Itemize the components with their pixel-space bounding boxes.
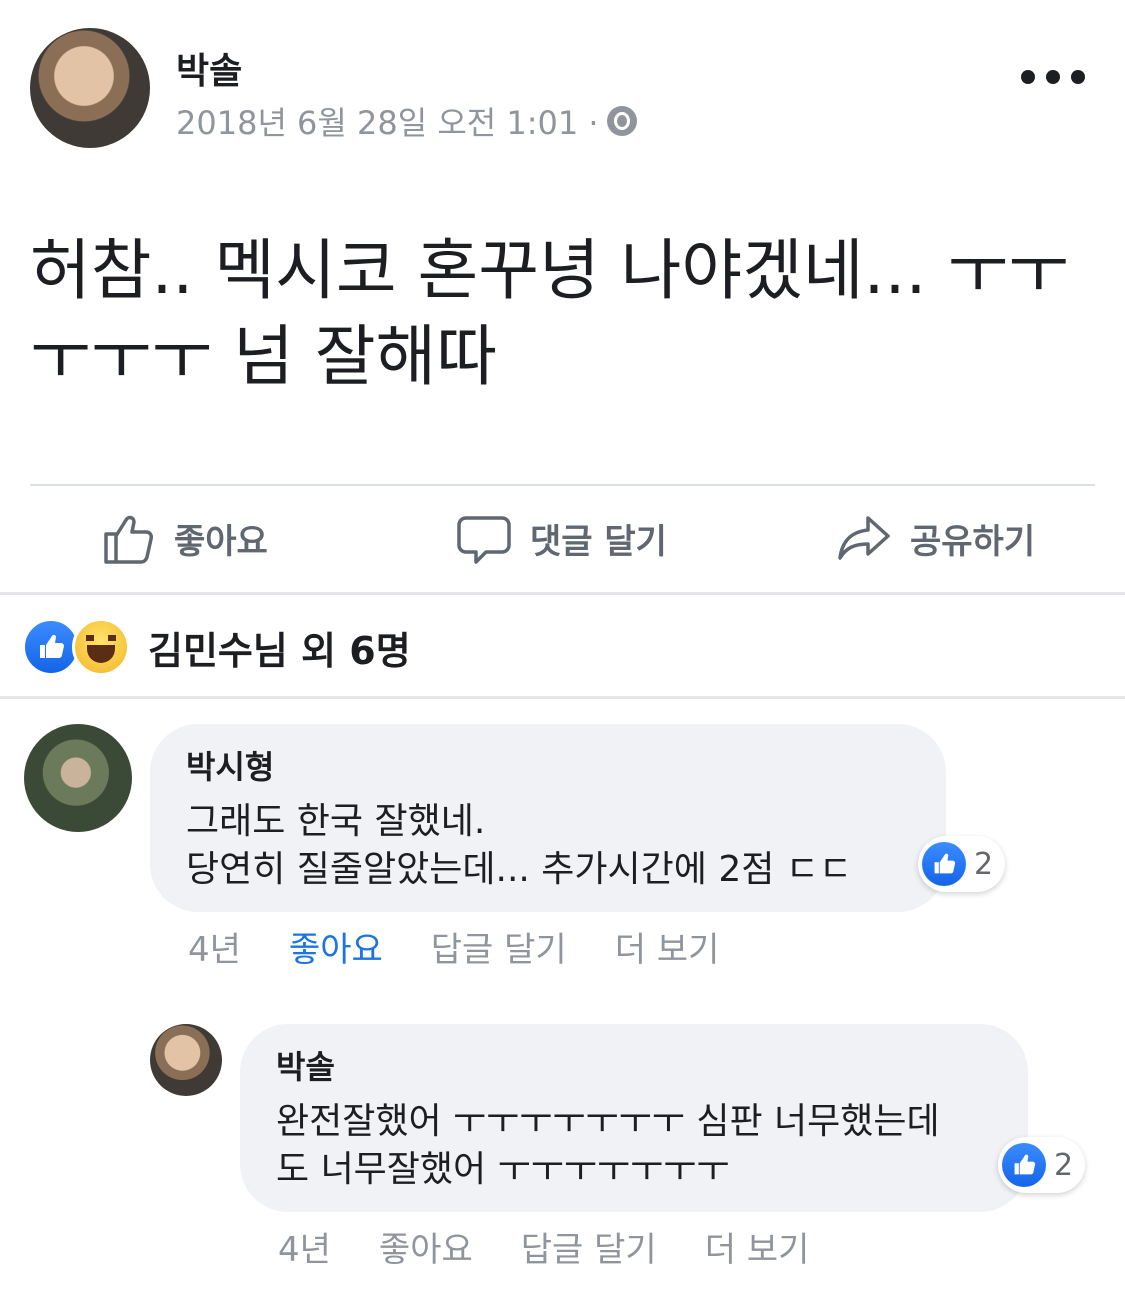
comment-like-button[interactable]: 좋아요 bbox=[379, 1222, 473, 1271]
comment-label: 댓글 달기 bbox=[530, 521, 667, 562]
author-avatar[interactable] bbox=[30, 28, 150, 148]
comment-bubble-icon bbox=[457, 516, 511, 564]
divider bbox=[0, 696, 1125, 699]
comment-time[interactable]: 4년 bbox=[188, 922, 241, 971]
post-author-name[interactable]: 박솔 bbox=[176, 42, 242, 94]
divider bbox=[0, 592, 1125, 595]
comment-like-count[interactable]: 2 bbox=[998, 1137, 1086, 1193]
post-meta: 2018년 6월 28일 오전 1:01 · bbox=[176, 98, 637, 144]
commenter-name[interactable]: 박솔 bbox=[276, 1042, 335, 1088]
comment-line: 그래도 한국 잘했네. bbox=[186, 801, 486, 842]
share-button[interactable]: 공유하기 bbox=[836, 508, 1035, 568]
divider bbox=[30, 484, 1095, 486]
comment-text: 그래도 한국 잘했네. 당연히 질줄알았는데... 추가시간에 2점 ㄷㄷ bbox=[186, 798, 926, 894]
commenter-name[interactable]: 박시형 bbox=[186, 742, 274, 788]
comment-like-button[interactable]: 좋아요 bbox=[289, 922, 383, 971]
reactions-summary[interactable]: 김민수님 외 6명 bbox=[22, 618, 411, 676]
comment-actions: 4년 좋아요 답글 달기 더 보기 bbox=[188, 922, 719, 971]
comment-button[interactable]: 댓글 달기 bbox=[456, 508, 667, 568]
comment-line: 당연히 질줄알았는데... 추가시간에 2점 ㄷㄷ bbox=[186, 849, 853, 890]
like-count-number: 2 bbox=[974, 846, 994, 882]
comment-line: 완전잘했어 ㅜㅜㅜㅜㅜㅜㅜ 심판 너무했는데 bbox=[276, 1101, 940, 1142]
post-timestamp[interactable]: 2018년 6월 28일 오전 1:01 · bbox=[176, 98, 599, 144]
like-label: 좋아요 bbox=[174, 521, 268, 562]
like-button[interactable]: 좋아요 bbox=[100, 508, 268, 568]
more-options-icon[interactable] bbox=[1021, 62, 1085, 92]
comment-time[interactable]: 4년 bbox=[278, 1222, 331, 1271]
haha-reaction-icon bbox=[72, 618, 130, 676]
comment-actions: 4년 좋아요 답글 달기 더 보기 bbox=[278, 1222, 809, 1271]
comment-bubble: 박시형 그래도 한국 잘했네. 당연히 질줄알았는데... 추가시간에 2점 ㄷ… bbox=[150, 724, 946, 912]
like-count-number: 2 bbox=[1054, 1147, 1074, 1183]
post-text: 허참.. 멕시코 혼꾸녕 나야겠네... ㅜㅜㅜㅜㅜ 넘 잘해따 bbox=[30, 232, 1069, 395]
comment-reply-button[interactable]: 답글 달기 bbox=[431, 922, 567, 971]
comment-more-button[interactable]: 더 보기 bbox=[705, 1222, 810, 1271]
commenter-avatar[interactable] bbox=[150, 1024, 222, 1096]
like-reaction-icon bbox=[922, 842, 966, 886]
comment-bubble: 박솔 완전잘했어 ㅜㅜㅜㅜㅜㅜㅜ 심판 너무했는데 도 너무잘했어 ㅜㅜㅜㅜㅜㅜ… bbox=[240, 1024, 1028, 1212]
comment-text: 완전잘했어 ㅜㅜㅜㅜㅜㅜㅜ 심판 너무했는데 도 너무잘했어 ㅜㅜㅜㅜㅜㅜㅜ bbox=[276, 1098, 1006, 1194]
share-label: 공유하기 bbox=[910, 521, 1036, 562]
commenter-avatar[interactable] bbox=[24, 724, 132, 832]
reactions-text: 김민수님 외 6명 bbox=[148, 628, 411, 673]
like-reaction-icon bbox=[1002, 1143, 1046, 1187]
globe-icon bbox=[606, 106, 637, 136]
thumbs-up-icon bbox=[104, 515, 153, 564]
share-arrow-icon bbox=[838, 516, 890, 560]
comment-line: 도 너무잘했어 ㅜㅜㅜㅜㅜㅜㅜ bbox=[276, 1149, 730, 1190]
comment-more-button[interactable]: 더 보기 bbox=[615, 922, 720, 971]
comment-like-count[interactable]: 2 bbox=[918, 836, 1006, 892]
comment-reply-button[interactable]: 답글 달기 bbox=[521, 1222, 657, 1271]
